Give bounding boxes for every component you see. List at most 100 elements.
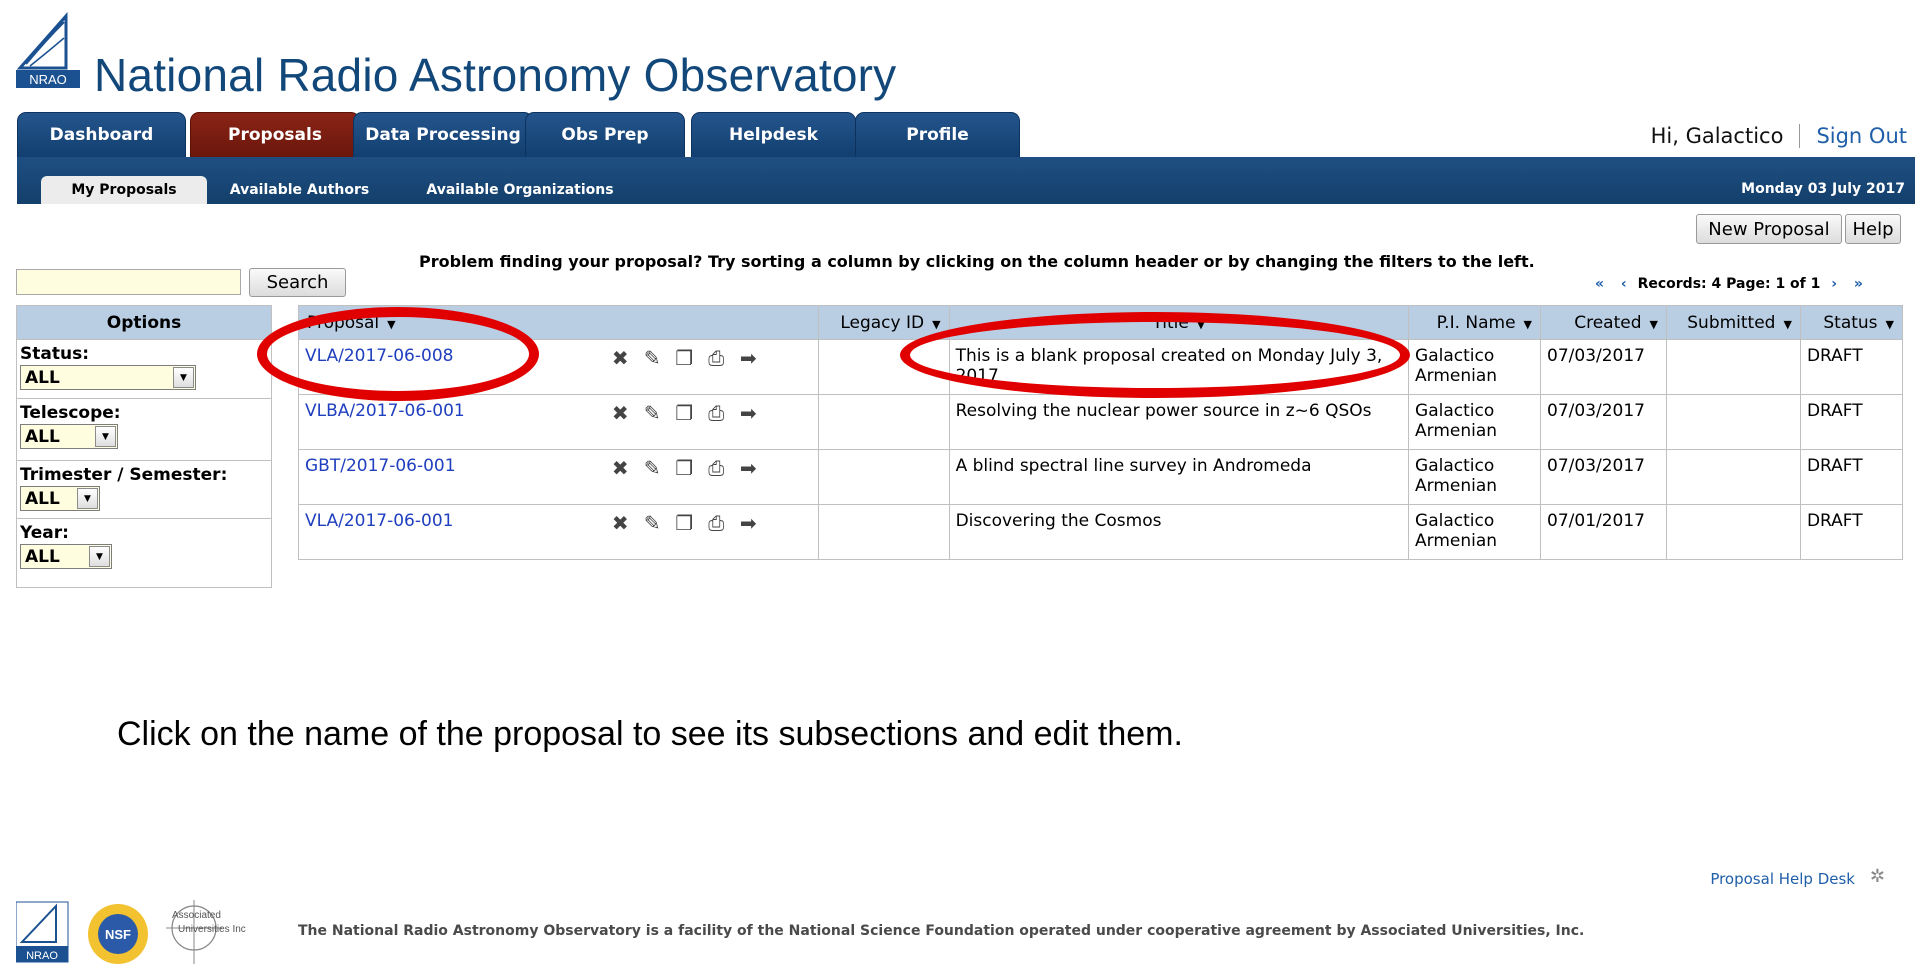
created-cell: 07/01/2017 — [1540, 504, 1667, 560]
sort-caret-icon: ▼ — [387, 317, 396, 331]
submit-arrow-icon[interactable]: ➡ — [737, 346, 759, 370]
tab-helpdesk[interactable]: Helpdesk — [691, 112, 856, 157]
status-cell: DRAFT — [1799, 504, 1904, 560]
tab-profile[interactable]: Profile — [855, 112, 1020, 157]
help-button[interactable]: Help — [1845, 214, 1901, 244]
col-status[interactable]: Status ▼ — [1799, 305, 1904, 340]
copy-icon[interactable]: ❐ — [673, 401, 695, 425]
tab-proposals[interactable]: Proposals — [190, 112, 360, 157]
dropdown-arrow-icon: ▼ — [95, 426, 116, 447]
edit-icon[interactable]: ✎ — [641, 456, 663, 480]
print-icon[interactable]: ⎙ — [705, 346, 727, 370]
pi-name-cell: Galactico Armenian — [1408, 394, 1542, 450]
help-desk-link[interactable]: Proposal Help Desk — [1710, 870, 1855, 888]
col-proposal[interactable]: Proposal ▼ — [298, 305, 819, 340]
delete-icon[interactable]: ✖ — [609, 346, 631, 370]
table-row: VLA/2017-06-008 ✖ ✎ ❐ ⎙ ➡ This is a blan… — [298, 339, 1904, 395]
copy-icon[interactable]: ❐ — [673, 346, 695, 370]
edit-icon[interactable]: ✎ — [641, 346, 663, 370]
legacy-id-cell — [817, 504, 950, 560]
proposal-link[interactable]: GBT/2017-06-001 — [305, 456, 456, 476]
search-button[interactable]: Search — [249, 268, 346, 297]
prev-page-link[interactable]: ‹ — [1621, 276, 1627, 292]
table-row: VLA/2017-06-001 ✖ ✎ ❐ ⎙ ➡ Discovering th… — [298, 504, 1904, 560]
sort-caret-icon: ▼ — [1783, 317, 1792, 331]
copy-icon[interactable]: ❐ — [673, 511, 695, 535]
submit-arrow-icon[interactable]: ➡ — [737, 511, 759, 535]
actions-cell: ✖ ✎ ❐ ⎙ ➡ — [603, 449, 819, 505]
proposal-link[interactable]: VLA/2017-06-001 — [305, 511, 453, 531]
filter-label: Telescope: — [20, 403, 121, 423]
table-row: GBT/2017-06-001 ✖ ✎ ❐ ⎙ ➡ A blind spectr… — [298, 449, 1904, 505]
col-title[interactable]: Title ▼ — [948, 305, 1410, 340]
status-select[interactable]: ALL ▼ — [20, 365, 196, 390]
delete-icon[interactable]: ✖ — [609, 401, 631, 425]
edit-icon[interactable]: ✎ — [641, 511, 663, 535]
svg-text:NRAO: NRAO — [29, 72, 67, 87]
subtab-available-organizations[interactable]: Available Organizations — [400, 176, 640, 204]
title-cell: Resolving the nuclear power source in z~… — [948, 394, 1410, 450]
instruction-text: Click on the name of the proposal to see… — [117, 715, 1183, 753]
edit-icon[interactable]: ✎ — [641, 401, 663, 425]
status-cell: DRAFT — [1799, 394, 1904, 450]
nsf-logo: NSF — [88, 904, 148, 964]
tab-obs-prep[interactable]: Obs Prep — [525, 112, 685, 157]
delete-icon[interactable]: ✖ — [609, 511, 631, 535]
year-select[interactable]: ALL ▼ — [20, 544, 112, 569]
new-proposal-button[interactable]: New Proposal — [1696, 214, 1842, 244]
search-input[interactable] — [16, 269, 241, 295]
tab-dashboard[interactable]: Dashboard — [17, 112, 186, 157]
created-cell: 07/03/2017 — [1540, 449, 1667, 505]
sort-caret-icon: ▼ — [1649, 317, 1658, 331]
print-icon[interactable]: ⎙ — [705, 401, 727, 425]
created-cell: 07/03/2017 — [1540, 339, 1667, 395]
submit-arrow-icon[interactable]: ➡ — [737, 456, 759, 480]
trimester-select[interactable]: ALL ▼ — [20, 486, 100, 511]
col-legacy-id[interactable]: Legacy ID ▼ — [817, 305, 950, 340]
select-value: ALL — [25, 546, 60, 567]
telescope-select[interactable]: ALL ▼ — [20, 424, 118, 449]
subtab-my-proposals[interactable]: My Proposals — [41, 176, 207, 204]
first-page-link[interactable]: « — [1595, 276, 1604, 292]
submitted-cell — [1665, 339, 1801, 395]
col-submitted[interactable]: Submitted ▼ — [1665, 305, 1801, 340]
print-icon[interactable]: ⎙ — [705, 511, 727, 535]
delete-icon[interactable]: ✖ — [609, 456, 631, 480]
footer-text: The National Radio Astronomy Observatory… — [298, 923, 1585, 939]
table-header-row: Proposal ▼ Legacy ID ▼ Title ▼ P.I. Name ▼ C… — [298, 305, 1904, 340]
gear-icon[interactable]: ✲ — [1870, 866, 1885, 887]
col-created[interactable]: Created ▼ — [1540, 305, 1667, 340]
title-cell: A blind spectral line survey in Andromed… — [948, 449, 1410, 505]
copy-icon[interactable]: ❐ — [673, 456, 695, 480]
proposal-cell: VLBA/2017-06-001 — [298, 394, 604, 450]
subtab-available-authors[interactable]: Available Authors — [217, 176, 382, 204]
title-cell: This is a blank proposal created on Mond… — [948, 339, 1410, 395]
title-cell: Discovering the Cosmos — [948, 504, 1410, 560]
greeting: Hi, Galactico — [1650, 124, 1784, 148]
sort-caret-icon: ▼ — [1196, 317, 1206, 331]
submit-arrow-icon[interactable]: ➡ — [737, 401, 759, 425]
site-title: National Radio Astronomy Observatory — [94, 49, 897, 101]
pi-name-cell: Galactico Armenian — [1408, 449, 1542, 505]
proposal-cell: VLA/2017-06-001 — [298, 504, 604, 560]
pi-name-cell: Galactico Armenian — [1408, 504, 1542, 560]
created-cell: 07/03/2017 — [1540, 394, 1667, 450]
print-icon[interactable]: ⎙ — [705, 456, 727, 480]
col-pi-name[interactable]: P.I. Name ▼ — [1408, 305, 1542, 340]
next-page-link[interactable]: › — [1831, 276, 1837, 292]
actions-cell: ✖ ✎ ❐ ⎙ ➡ — [603, 504, 819, 560]
sign-out-link[interactable]: Sign Out — [1816, 124, 1907, 148]
legacy-id-cell — [817, 394, 950, 450]
tab-data-processing[interactable]: Data Processing — [353, 112, 533, 157]
sub-nav: My Proposals Available Authors Available… — [17, 157, 1915, 204]
footer-logos: NRAO NSF Associated Universities Inc — [15, 898, 271, 968]
actions-cell: ✖ ✎ ❐ ⎙ ➡ — [603, 339, 819, 395]
submitted-cell — [1665, 394, 1801, 450]
proposal-link[interactable]: VLBA/2017-06-001 — [305, 401, 465, 421]
divider — [1799, 124, 1801, 148]
proposal-link[interactable]: VLA/2017-06-008 — [305, 346, 453, 366]
actions-cell: ✖ ✎ ❐ ⎙ ➡ — [603, 394, 819, 450]
last-page-link[interactable]: » — [1854, 276, 1863, 292]
filter-label: Status: — [20, 344, 89, 364]
options-panel: Options Status: ALL ▼ Telescope: ALL ▼ T… — [16, 305, 272, 588]
